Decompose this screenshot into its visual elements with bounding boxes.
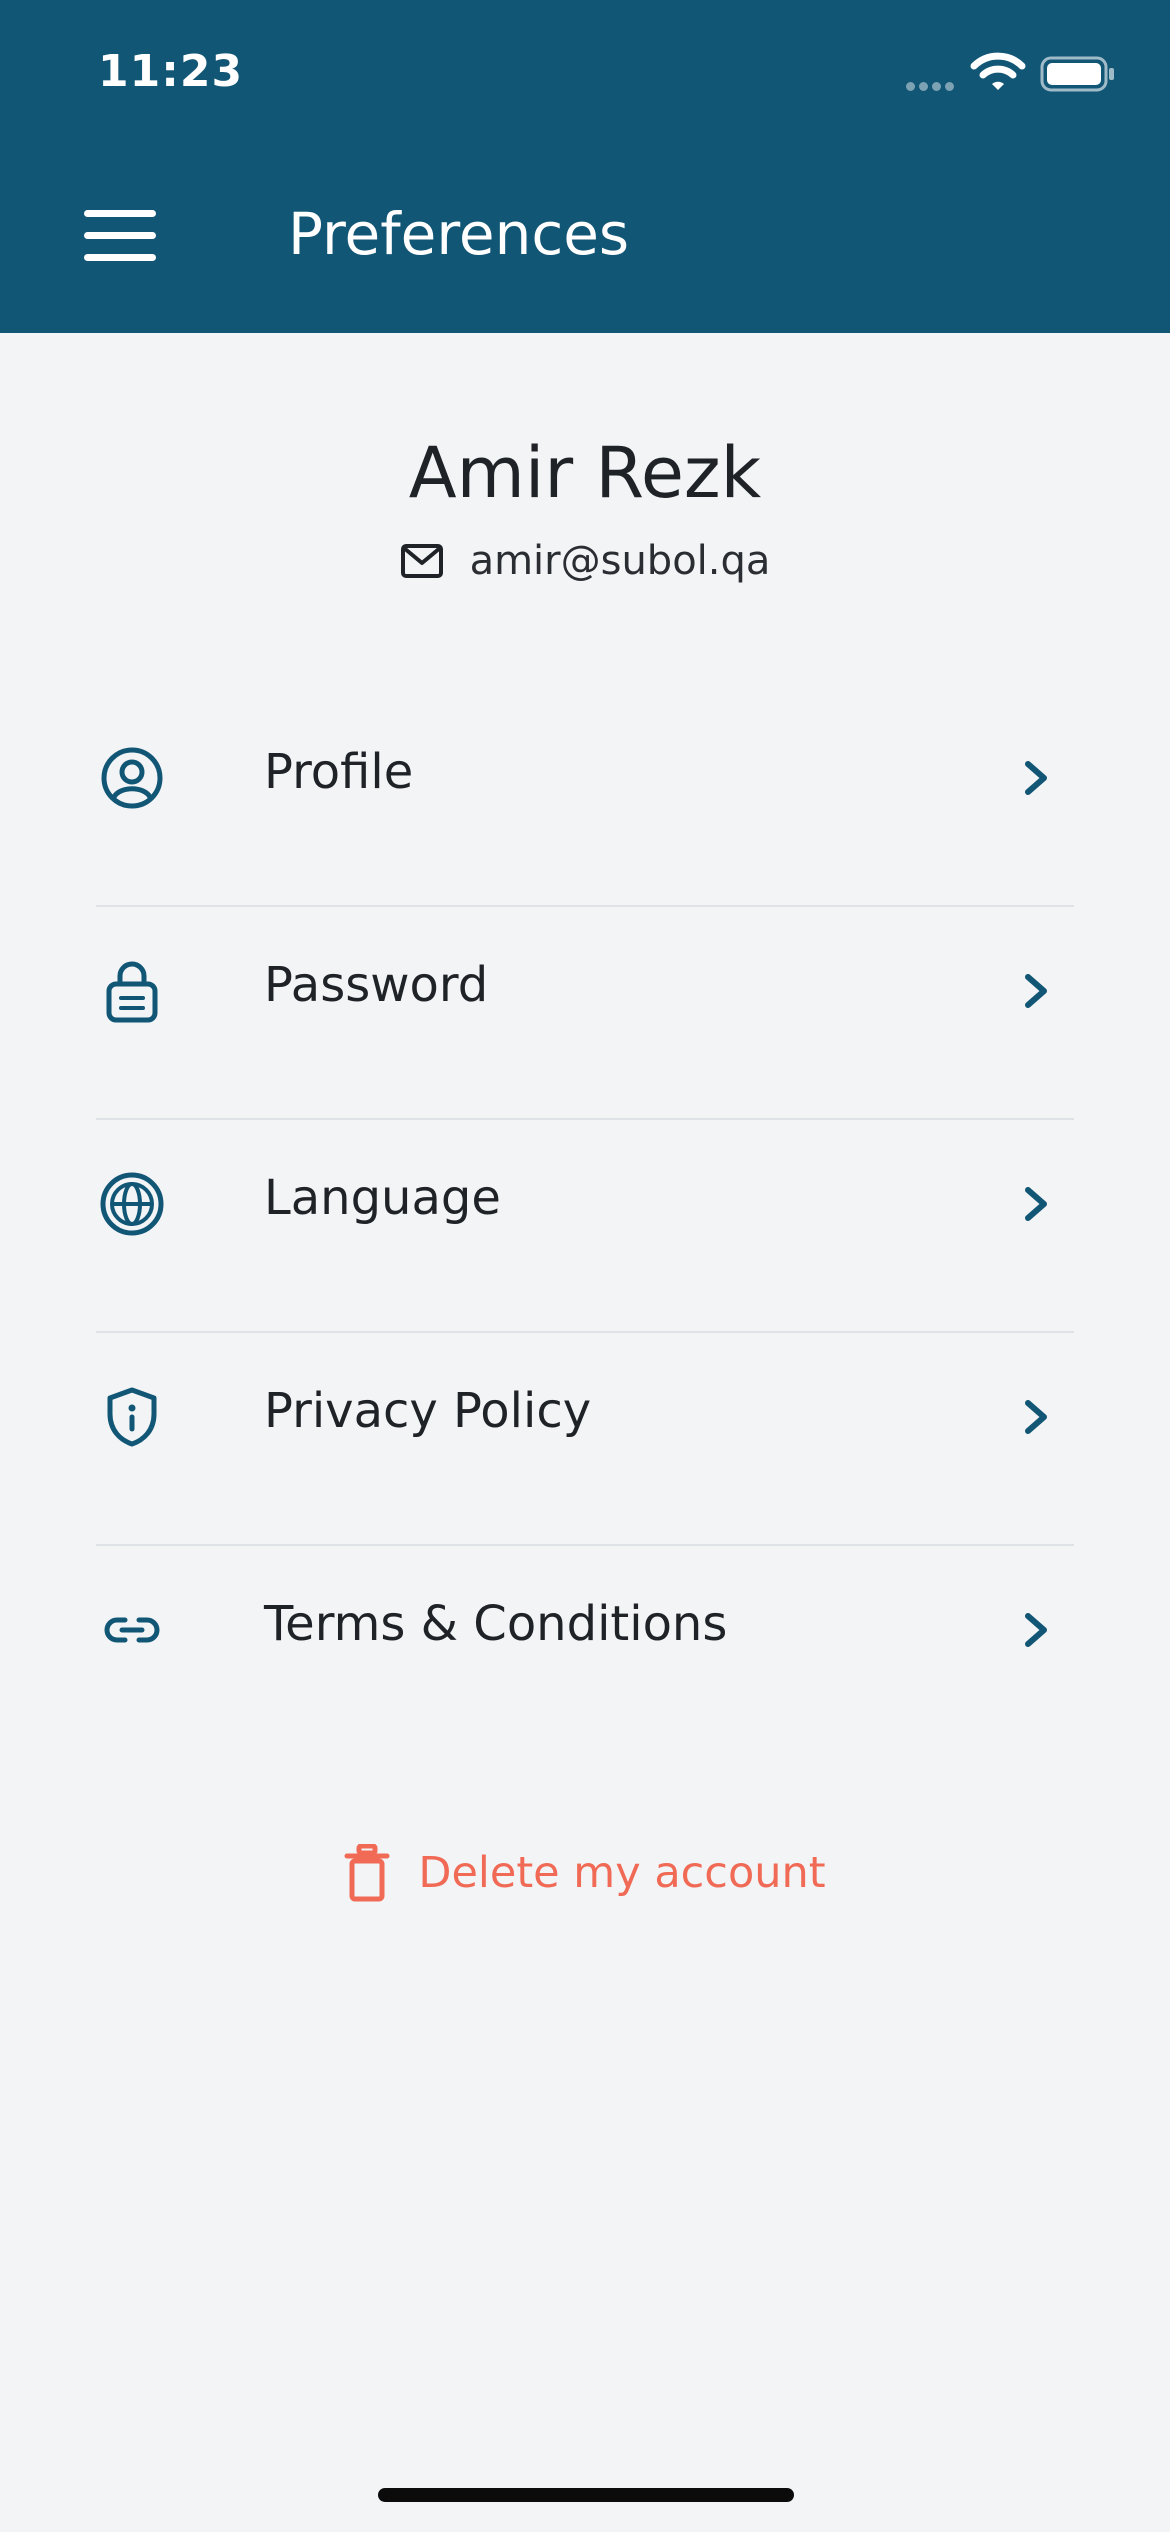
menu-item-label: Privacy Policy <box>264 1383 592 1439</box>
hamburger-bar <box>84 210 156 217</box>
link-icon <box>96 1594 168 1666</box>
mail-icon <box>400 544 443 578</box>
chevron-right-icon <box>1025 1613 1047 1647</box>
app-header: 11:23 Preferences <box>0 0 1170 333</box>
battery-icon <box>1040 56 1114 92</box>
home-indicator <box>378 2488 794 2502</box>
chevron-right-icon <box>1025 1187 1047 1221</box>
user-email: amir@subol.qa <box>469 538 771 584</box>
preferences-screen: 11:23 Preferences Amir Rezk amir@subol.q… <box>0 0 1170 2532</box>
delete-account-label: Delete my account <box>418 1848 826 1898</box>
menu-item-label: Terms & Conditions <box>264 1596 728 1652</box>
chevron-right-icon <box>1025 761 1047 795</box>
chevron-right-icon <box>1025 1400 1047 1434</box>
menu-item-privacy-policy[interactable]: Privacy Policy <box>96 1333 1074 1546</box>
user-name: Amir Rezk <box>408 432 762 514</box>
menu-item-terms-conditions[interactable]: Terms & Conditions <box>96 1546 1074 1759</box>
menu-item-profile[interactable]: Profile <box>96 694 1074 907</box>
hamburger-menu-button[interactable] <box>84 210 158 264</box>
cellular-signal-icon <box>906 82 954 91</box>
delete-account-button[interactable]: Delete my account <box>0 1844 1170 1902</box>
hamburger-bar <box>84 232 156 239</box>
status-time: 11:23 <box>98 46 244 97</box>
user-email-row: amir@subol.qa <box>0 538 1170 584</box>
shield-info-icon <box>96 1381 168 1453</box>
user-circle-icon <box>96 742 168 814</box>
globe-icon <box>96 1168 168 1240</box>
menu-item-password[interactable]: Password <box>96 907 1074 1120</box>
chevron-right-icon <box>1025 974 1047 1008</box>
menu-item-language[interactable]: Language <box>96 1120 1074 1333</box>
wifi-icon <box>970 52 1026 90</box>
hamburger-bar <box>84 254 156 261</box>
lock-icon <box>96 955 168 1027</box>
menu-item-label: Password <box>264 957 489 1013</box>
page-title: Preferences <box>288 200 630 268</box>
trash-icon <box>344 1844 390 1902</box>
menu-item-label: Language <box>264 1170 501 1226</box>
preferences-menu: Profile Password Language Privacy Policy… <box>96 694 1074 1759</box>
menu-item-label: Profile <box>264 744 414 800</box>
